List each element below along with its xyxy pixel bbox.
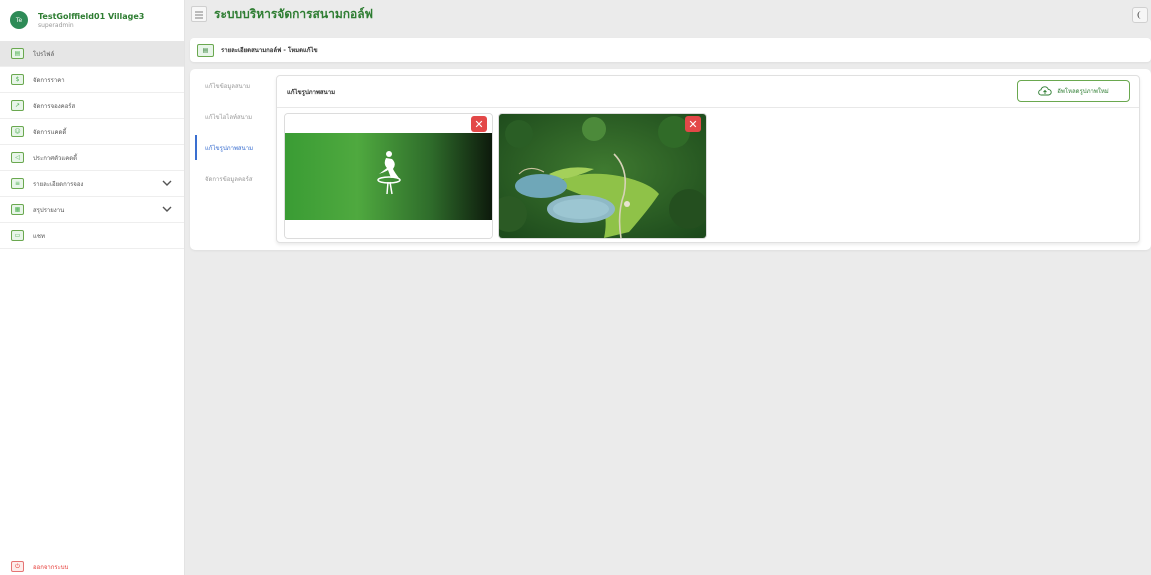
moon-icon — [1137, 11, 1142, 19]
sidebar-item-label: จัดการจองคอร์ส — [33, 102, 76, 110]
sidebar-item-label: แชท — [33, 232, 45, 240]
sidebar-item-label: โปรไฟล์ — [33, 50, 55, 58]
upload-label: อัพโหลดรูปภาพใหม่ — [1057, 88, 1109, 95]
profile-card-icon: ▤ — [11, 48, 24, 59]
panel-title: แก้ไขรูปภาพสนาม — [287, 88, 336, 96]
image-edit-panel: แก้ไขรูปภาพสนาม อัพโหลดรูปภาพใหม่ ✕ ✕ — [276, 75, 1140, 243]
sidebar-item-label: สรุปรายงาน — [33, 206, 65, 214]
chart-icon: ↗ — [11, 100, 24, 111]
breadcrumb: ▤ รายละเอียดสนามกอล์ฟ - โหมดแก้ไข — [190, 38, 1151, 62]
cloud-upload-icon — [1038, 86, 1052, 96]
profile-name: TestGolffield01 Village3 — [38, 11, 145, 21]
upload-image-button[interactable]: อัพโหลดรูปภาพใหม่ — [1017, 80, 1130, 102]
page-title: ระบบบริหารจัดการสนามกอล์ฟ — [214, 7, 374, 21]
sidebar-item-label: ประกาศตัวแคดดี้ — [33, 154, 78, 162]
group-icon: ☺ — [11, 126, 24, 137]
avatar: Te — [10, 11, 28, 29]
coin-icon: $ — [11, 74, 24, 85]
menu-toggle-icon[interactable] — [191, 6, 207, 22]
sidebar-item-label: จัดการราคา — [33, 76, 65, 84]
remove-image-button[interactable]: ✕ — [471, 116, 487, 132]
top-header: ระบบบริหารจัดการสนามกอล์ฟ — [185, 0, 1151, 32]
subnav-item-field-info[interactable]: แก้ไขข้อมูลสนาม — [190, 70, 274, 101]
megaphone-icon: ◁ — [11, 152, 24, 163]
logout-label: ออกจากระบบ — [33, 563, 69, 571]
sidebar-item-caddie-announce[interactable]: ◁ ประกาศตัวแคดดี้ — [0, 145, 184, 171]
course-aerial-image — [499, 114, 706, 238]
golfer-logo-icon — [377, 151, 401, 195]
chat-icon: ▭ — [11, 230, 24, 241]
sidebar-item-booking-details[interactable]: ≡ รายละเอียดการจอง — [0, 171, 184, 197]
image-card: ✕ — [284, 113, 493, 239]
remove-image-button[interactable]: ✕ — [685, 116, 701, 132]
sidebar: Te TestGolffield01 Village3 superadmin ▤… — [0, 0, 185, 575]
sidebar-item-label: รายละเอียดการจอง — [33, 180, 84, 188]
logout-icon: ⏻ — [11, 561, 24, 572]
image-card: ✕ — [498, 113, 707, 239]
course-logo-image — [285, 114, 492, 238]
profile-card-icon: ▤ — [197, 43, 214, 57]
report-icon: ▦ — [11, 204, 24, 215]
list-icon: ≡ — [11, 178, 24, 189]
subnav-item-course-data[interactable]: จัดการข้อมูลคอร์ส — [190, 163, 274, 194]
chevron-down-icon[interactable] — [162, 179, 172, 187]
profile-header: Te TestGolffield01 Village3 superadmin — [0, 0, 184, 40]
sidebar-item-course-booking[interactable]: ↗ จัดการจองคอร์ส — [0, 93, 184, 119]
sidebar-item-profile[interactable]: ▤ โปรไฟล์ — [0, 41, 184, 67]
theme-toggle-button[interactable] — [1132, 7, 1148, 23]
subnav-item-highlights[interactable]: แก้ไขไฮไลท์สนาม — [190, 101, 274, 132]
logout-button[interactable]: ⏻ ออกจากระบบ — [11, 561, 68, 572]
chevron-down-icon[interactable] — [162, 205, 172, 213]
edit-subnav: แก้ไขข้อมูลสนาม แก้ไขไฮไลท์สนาม แก้ไขรูป… — [190, 69, 274, 194]
sidebar-item-label: จัดการแคดดี้ — [33, 128, 67, 136]
sidebar-item-pricing[interactable]: $ จัดการราคา — [0, 67, 184, 93]
sidebar-item-reports[interactable]: ▦ สรุปรายงาน — [0, 197, 184, 223]
profile-role: superadmin — [38, 21, 74, 29]
breadcrumb-text: รายละเอียดสนามกอล์ฟ - โหมดแก้ไข — [221, 47, 318, 54]
sidebar-item-caddie[interactable]: ☺ จัดการแคดดี้ — [0, 119, 184, 145]
main-card: แก้ไขข้อมูลสนาม แก้ไขไฮไลท์สนาม แก้ไขรูป… — [190, 69, 1151, 250]
sidebar-item-chat[interactable]: ▭ แชท — [0, 223, 184, 249]
subnav-item-field-images[interactable]: แก้ไขรูปภาพสนาม — [190, 132, 274, 163]
